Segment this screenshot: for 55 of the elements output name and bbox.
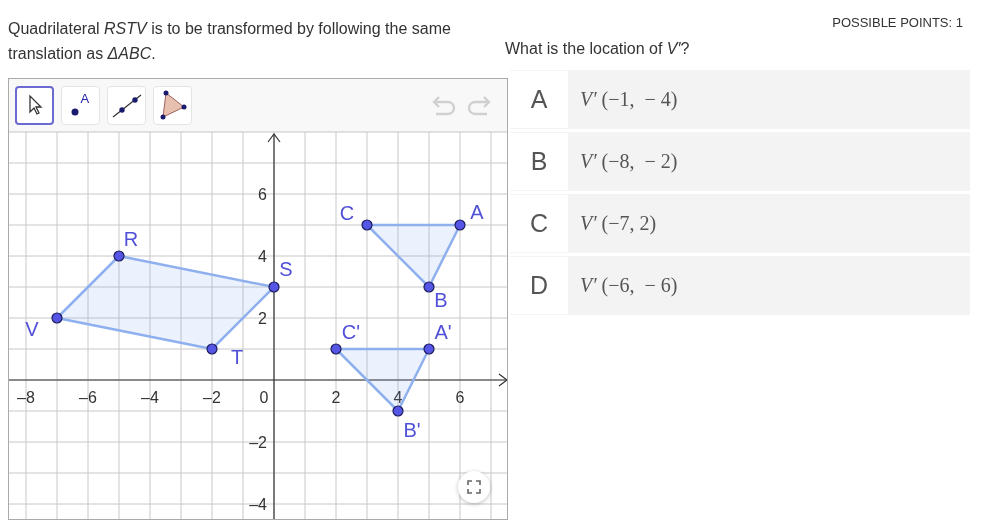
tick-label: –2: [203, 389, 221, 406]
point-marker[interactable]: [423, 343, 435, 355]
vertex-label: R: [123, 228, 139, 250]
tick-label: 2: [258, 310, 267, 327]
vertex-label: T: [230, 346, 244, 368]
prompt-text: What is the location of V′?: [505, 40, 691, 58]
point-icon: [69, 107, 80, 117]
vertex-label: B': [403, 419, 421, 441]
fullscreen-button[interactable]: [458, 471, 490, 503]
point-marker[interactable]: [423, 281, 435, 293]
vertex-label: A: [470, 201, 484, 223]
point-marker[interactable]: [113, 250, 125, 262]
tick-label: –4: [141, 389, 159, 406]
tick-label: 4: [393, 389, 403, 406]
tool-button[interactable]: [15, 85, 54, 125]
choice-letter: C: [510, 195, 568, 252]
vertex-label: C: [339, 202, 355, 224]
answer-choice[interactable]: C V′ (−7, 2): [510, 194, 970, 253]
choice-text: V′ (−6, − 6): [579, 273, 678, 299]
possible-points: POSSIBLE POINTS: 1: [832, 15, 963, 30]
fullscreen-icon: [467, 480, 481, 494]
tick-label: 4: [258, 248, 267, 265]
point-marker[interactable]: [392, 405, 404, 417]
tick-label: 2: [331, 389, 341, 406]
tick-label: 6: [258, 186, 267, 203]
point-marker[interactable]: [268, 281, 280, 293]
choice-letter: B: [510, 133, 568, 190]
tick-label: 0: [259, 389, 269, 406]
answer-choice[interactable]: D V′ (−6, − 6): [510, 256, 970, 315]
choice-letter: D: [510, 257, 568, 314]
tick-label: –6: [79, 389, 97, 406]
tick-label: –8: [17, 389, 35, 406]
answer-choice[interactable]: B V′ (−8, − 2): [510, 132, 970, 191]
triangle-icon: [158, 90, 187, 120]
point-marker[interactable]: [206, 343, 218, 355]
vertex-label: B: [434, 289, 448, 311]
answer-choice[interactable]: A V′ (−1, − 4): [510, 70, 970, 129]
vertex-label: A': [434, 321, 452, 343]
choice-text: V′ (−1, − 4): [579, 87, 678, 113]
tick-label: 6: [455, 389, 465, 406]
vertex-label: S: [279, 258, 293, 280]
point-marker[interactable]: [51, 312, 63, 324]
question-text: Quadrilateral RSTV is to be transformed by following the same translation as ΔABC.: [8, 19, 452, 64]
point-marker[interactable]: [361, 219, 373, 231]
choice-text: V′ (−7, 2): [579, 211, 657, 237]
choice-letter: A: [510, 71, 568, 128]
tool-letter: A: [80, 92, 90, 106]
tick-label: –2: [249, 434, 267, 451]
tool-button[interactable]: A: [61, 85, 100, 125]
tick-label: –4: [249, 496, 267, 513]
vertex-label: C': [341, 321, 361, 343]
point-marker[interactable]: [330, 343, 342, 355]
choice-text: V′ (−8, − 2): [579, 149, 678, 175]
point-marker[interactable]: [454, 219, 466, 231]
vertex-label: V: [25, 318, 39, 340]
